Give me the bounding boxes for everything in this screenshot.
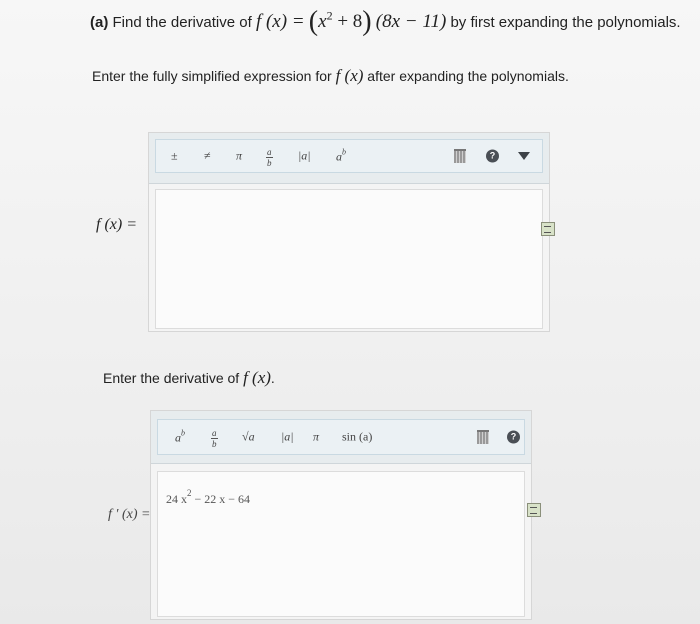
editor2-answer-area[interactable]: 24 x2 − 22 x − 64 (157, 471, 525, 617)
editor1-toolbar: ± ≠ π ab |a| ab ? (149, 133, 549, 184)
help-icon[interactable]: ? (486, 149, 499, 163)
help-icon[interactable]: ? (507, 430, 520, 444)
absolute-value-button[interactable]: |a| (298, 149, 311, 164)
fraction-button[interactable]: ab (266, 144, 273, 168)
question-fx: f (x) = (255, 11, 305, 32)
editor2: ab ab √a |a| π sin (a) ? 24 x2 − 22 x − … (150, 410, 532, 620)
page: (a) Find the derivative of f (x) = (x2 +… (0, 0, 700, 624)
power-button[interactable]: ab (336, 148, 346, 165)
fraction-button[interactable]: ab (211, 425, 218, 449)
question-text-before: Find the derivative of (112, 14, 252, 31)
editor1: ± ≠ π ab |a| ab ? (148, 132, 550, 332)
instruction-derivative: Enter the derivative of f (x). (103, 368, 275, 387)
sin-button[interactable]: sin (a) (342, 430, 372, 445)
editor1-label: f (x) = (96, 216, 137, 233)
not-equal-button[interactable]: ≠ (204, 149, 211, 164)
question-polynomial-2: (8x − 11) (375, 11, 447, 32)
editor2-check-icon[interactable] (527, 503, 541, 517)
plus-minus-button[interactable]: ± (171, 149, 178, 164)
pi-button[interactable]: π (313, 430, 319, 445)
sqrt-button[interactable]: √a (242, 430, 255, 445)
question-prompt: (a) Find the derivative of f (x) = (x2 +… (90, 6, 681, 38)
question-text-after: by first expanding the polynomials. (450, 14, 681, 31)
instruction-expand: Enter the fully simplified expression fo… (92, 66, 569, 85)
question-polynomial-1: (x2 + 8) (308, 6, 372, 37)
absolute-value-button[interactable]: |a| (281, 430, 294, 445)
power-button[interactable]: ab (175, 429, 185, 446)
editor2-answer: 24 x2 − 22 x − 64 (166, 488, 251, 506)
editor2-label: f ′ (x) = (108, 507, 151, 522)
part-label: (a) (90, 14, 109, 31)
editor1-check-icon[interactable] (541, 222, 555, 236)
chevron-down-icon[interactable] (518, 152, 530, 160)
trash-icon[interactable] (477, 430, 489, 444)
editor1-answer-area[interactable] (155, 189, 543, 329)
pi-button[interactable]: π (236, 149, 242, 164)
editor2-toolbar: ab ab √a |a| π sin (a) ? (151, 411, 531, 464)
trash-icon[interactable] (454, 149, 466, 163)
